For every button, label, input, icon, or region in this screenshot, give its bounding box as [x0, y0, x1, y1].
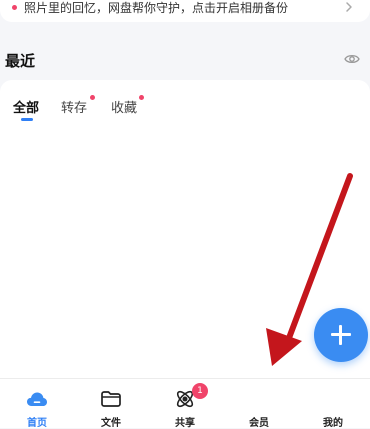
cloud-home-icon: [27, 392, 47, 406]
section-title-recent: 最近: [5, 52, 36, 70]
bottom-nav: 首页 文件 1 共享 会员 我的: [0, 378, 370, 429]
eye-icon[interactable]: [344, 52, 360, 66]
chevron-right-icon[interactable]: [342, 0, 356, 14]
nav-me[interactable]: 我的: [296, 379, 370, 429]
banner-dot: [12, 5, 17, 10]
nav-vip[interactable]: 会员: [222, 379, 296, 429]
tab-favorites-dot: [139, 95, 144, 100]
tab-transfer-dot: [90, 95, 95, 100]
active-tab-indicator: [21, 118, 33, 121]
nav-share[interactable]: 1 共享: [148, 379, 222, 429]
banner-text: 照片里的回忆，网盘帮你守护，点击开启相册备份: [24, 1, 289, 15]
tab-favorites[interactable]: 收藏: [111, 97, 137, 116]
folder-icon: [101, 391, 121, 407]
photo-backup-banner[interactable]: 照片里的回忆，网盘帮你守护，点击开启相册备份: [0, 0, 370, 22]
nav-files[interactable]: 文件: [74, 379, 148, 429]
nav-home[interactable]: 首页: [0, 379, 74, 429]
add-button[interactable]: [314, 308, 368, 362]
share-badge: 1: [192, 383, 208, 399]
tab-transfer[interactable]: 转存: [61, 97, 87, 116]
tab-all[interactable]: 全部: [13, 97, 39, 116]
